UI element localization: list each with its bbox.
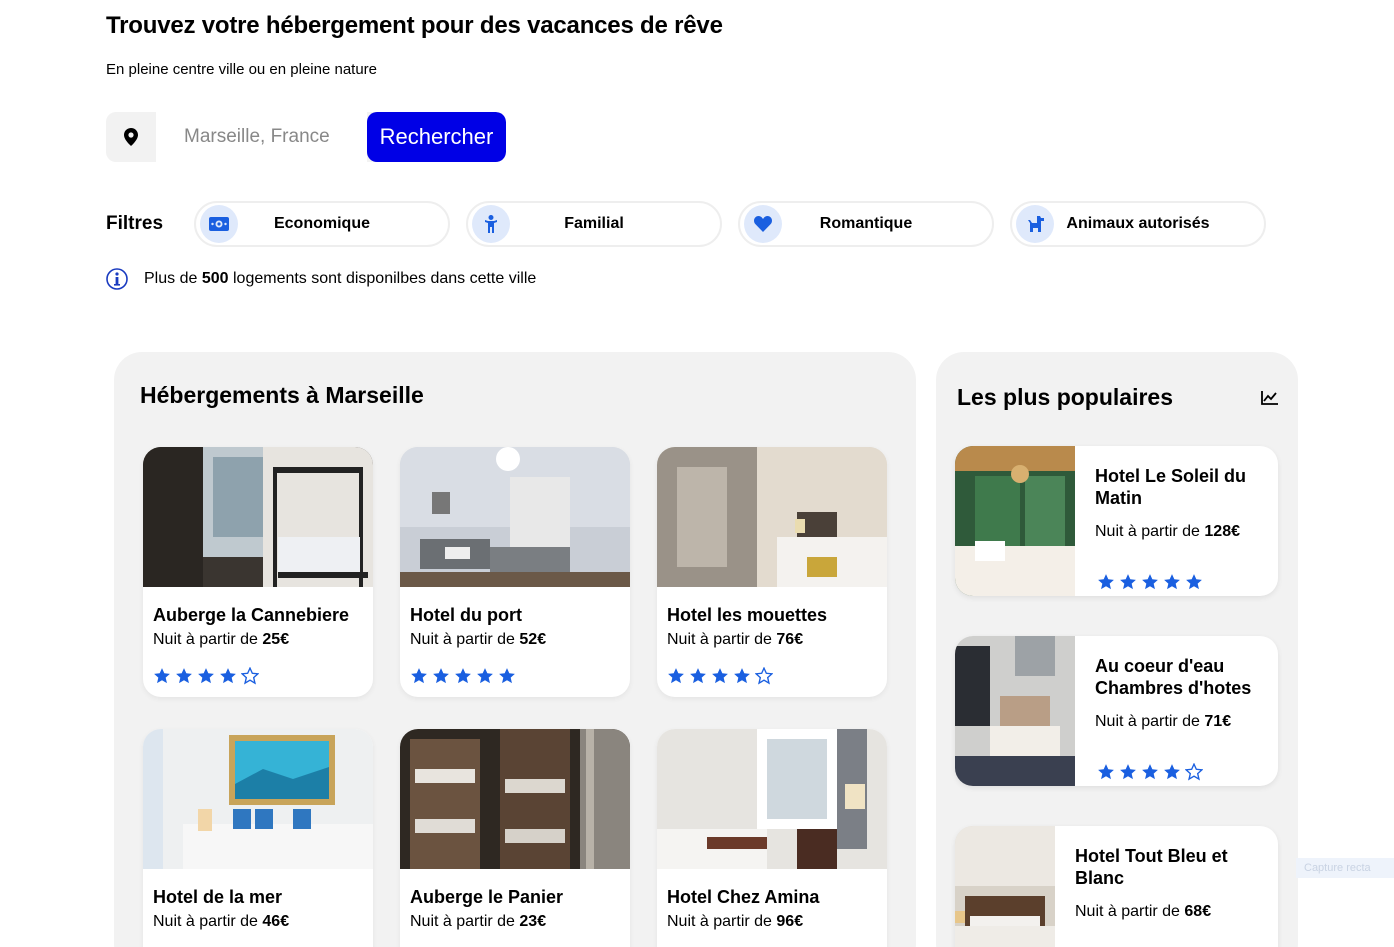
popular-photo [955, 826, 1055, 947]
listing-name: Hotel Chez Amina [667, 887, 820, 907]
star-filled-icon [667, 667, 685, 690]
listing-name: Auberge la Cannebiere [153, 605, 350, 625]
star-filled-icon [1185, 573, 1203, 596]
info-suffix: logements sont disponilbes dans cette vi… [232, 270, 537, 287]
rating-stars [1097, 762, 1204, 786]
listings-title: Hébergements à Marseille [140, 382, 424, 408]
search-input[interactable] [156, 112, 367, 162]
listing-name: Hotel les mouettes [667, 605, 828, 625]
star-filled-icon [175, 667, 193, 690]
filter-romantique[interactable]: Romantique [738, 201, 994, 247]
listing-price: Nuit à partir de 25€ [153, 631, 290, 648]
filters-label: Filtres [106, 213, 164, 234]
popular-photo [955, 446, 1075, 596]
listing-photo [400, 729, 630, 869]
map-pin-icon [106, 112, 156, 162]
page-subtitle: En pleine centre ville ou en pleine natu… [106, 61, 378, 78]
info-prefix: Plus de [144, 270, 198, 287]
popular-price: Nuit à partir de 128€ [1095, 523, 1240, 540]
popular-card[interactable]: Hotel Tout Bleu et Blanc Nuit à partir d… [955, 826, 1278, 947]
star-empty-icon [240, 666, 260, 690]
availability-info: Plus de 500 logements sont disponilbes d… [106, 268, 536, 290]
star-filled-icon [432, 667, 450, 690]
star-filled-icon [1097, 573, 1115, 596]
rating-stars [1097, 573, 1203, 596]
listing-name: Hotel du port [410, 605, 522, 625]
listing-price: Nuit à partir de 23€ [410, 913, 547, 930]
popular-name: Hotel Tout Bleu et Blanc [1075, 846, 1228, 888]
star-filled-icon [1163, 573, 1181, 596]
listing-price: Nuit à partir de 46€ [153, 913, 290, 930]
star-filled-icon [219, 667, 237, 690]
listings-panel: Hébergements à Marseille Auberge la Cann… [114, 352, 916, 947]
listing-photo [143, 729, 373, 869]
star-filled-icon [1119, 573, 1137, 596]
star-filled-icon [1141, 763, 1159, 786]
popular-panel: Les plus populaires Hotel Le Soleil du M… [936, 352, 1298, 947]
listing-card[interactable]: Hotel de la mer Nuit à partir de 46€ [143, 729, 373, 947]
child-icon [472, 205, 510, 243]
dog-icon [1016, 205, 1054, 243]
star-filled-icon [410, 667, 428, 690]
info-icon [106, 268, 128, 290]
search-bar: Rechercher [106, 112, 506, 162]
rating-stars [153, 666, 260, 690]
star-filled-icon [476, 667, 494, 690]
star-filled-icon [498, 667, 516, 690]
popular-name: Au coeur d'eau Chambres d'hotes [1095, 656, 1252, 698]
listing-card[interactable]: Auberge la Cannebiere Nuit à partir de 2… [143, 447, 373, 697]
listing-price: Nuit à partir de 96€ [667, 913, 804, 930]
star-empty-icon [1184, 762, 1204, 786]
popular-price: Nuit à partir de 68€ [1075, 903, 1212, 920]
star-filled-icon [153, 667, 171, 690]
listing-card[interactable]: Auberge le Panier Nuit à partir de 23€ [400, 729, 630, 947]
filter-familial[interactable]: Familial [466, 201, 722, 247]
listing-name: Hotel de la mer [153, 887, 283, 907]
star-filled-icon [454, 667, 472, 690]
heart-icon [744, 205, 782, 243]
rating-stars [667, 666, 774, 690]
star-filled-icon [711, 667, 729, 690]
rating-stars [410, 667, 516, 690]
star-empty-icon [754, 666, 774, 690]
listing-card[interactable]: Hotel du port Nuit à partir de 52€ [400, 447, 630, 697]
listing-photo [657, 729, 887, 869]
popular-name: Hotel Le Soleil du Matin [1095, 466, 1247, 508]
star-filled-icon [733, 667, 751, 690]
trend-chart-icon[interactable] [1261, 390, 1279, 406]
filter-animaux[interactable]: Animaux autorisés [1010, 201, 1266, 247]
star-filled-icon [1141, 573, 1159, 596]
popular-photo [955, 636, 1075, 786]
money-icon [200, 205, 238, 243]
listing-card[interactable]: Hotel Chez Amina Nuit à partir de 96€ [657, 729, 887, 947]
info-count: 500 [201, 270, 229, 287]
star-filled-icon [1119, 763, 1137, 786]
star-filled-icon [197, 667, 215, 690]
filter-economique[interactable]: Economique [194, 201, 450, 247]
search-button[interactable]: Rechercher [367, 112, 506, 162]
popular-card[interactable]: Au coeur d'eau Chambres d'hotes Nuit à p… [955, 636, 1278, 786]
popular-card[interactable]: Hotel Le Soleil du Matin Nuit à partir d… [955, 446, 1278, 596]
listing-price: Nuit à partir de 52€ [410, 631, 547, 648]
star-filled-icon [1097, 763, 1115, 786]
star-filled-icon [689, 667, 707, 690]
listing-price: Nuit à partir de 76€ [667, 631, 804, 648]
star-filled-icon [1163, 763, 1181, 786]
listing-card[interactable]: Hotel les mouettes Nuit à partir de 76€ [657, 447, 887, 697]
page-title: Trouvez votre hébergement pour des vacan… [106, 12, 723, 39]
popular-title: Les plus populaires [957, 384, 1173, 410]
listing-name: Auberge le Panier [410, 887, 564, 907]
listing-photo [657, 447, 887, 587]
capture-overlay: Capture recta [1296, 858, 1394, 878]
listing-photo [143, 447, 373, 587]
listing-photo [400, 447, 630, 587]
popular-price: Nuit à partir de 71€ [1095, 713, 1232, 730]
